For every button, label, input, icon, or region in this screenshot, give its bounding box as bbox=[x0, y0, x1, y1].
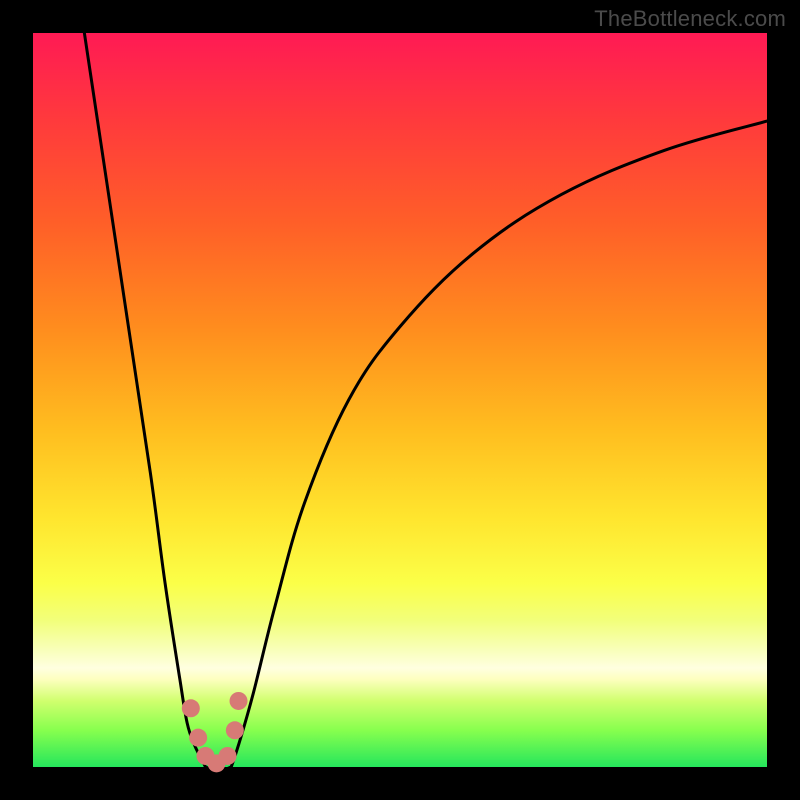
data-marker bbox=[182, 699, 200, 717]
data-marker bbox=[226, 721, 244, 739]
data-marker bbox=[230, 692, 248, 710]
marker-layer bbox=[33, 33, 767, 767]
plot-area bbox=[33, 33, 767, 767]
marker-group bbox=[182, 692, 248, 772]
data-marker bbox=[219, 747, 237, 765]
chart-frame: TheBottleneck.com bbox=[0, 0, 800, 800]
data-marker bbox=[189, 729, 207, 747]
watermark-text: TheBottleneck.com bbox=[594, 6, 786, 32]
